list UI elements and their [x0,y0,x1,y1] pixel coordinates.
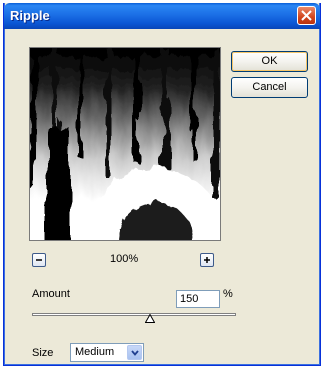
size-value: Medium [75,346,115,358]
amount-slider-thumb[interactable] [145,314,155,323]
zoom-out-button[interactable] [32,253,46,267]
close-button[interactable] [297,6,316,25]
plus-icon [204,257,210,263]
zoom-level: 100% [110,253,139,265]
amount-slider-track[interactable] [32,313,236,316]
window-title: Ripple [10,8,50,23]
chevron-down-icon [131,350,139,356]
amount-label: Amount [32,288,70,300]
amount-unit: % [223,288,233,300]
title-bar[interactable]: Ripple [4,3,320,29]
amount-value: 150 [180,293,199,305]
dropdown-button[interactable] [127,345,142,360]
close-icon [301,10,312,21]
ripple-dialog: Ripple OK Cancel 100% Amount 150 % Size … [3,3,321,366]
minus-icon [36,259,42,261]
amount-input[interactable]: 150 [176,290,220,308]
preview-image [30,48,220,240]
cancel-button[interactable]: Cancel [231,77,308,98]
size-label: Size [32,347,54,359]
size-select[interactable]: Medium [70,343,144,362]
zoom-in-button[interactable] [200,253,214,267]
ok-button[interactable]: OK [231,51,308,72]
filter-preview[interactable] [29,47,221,241]
